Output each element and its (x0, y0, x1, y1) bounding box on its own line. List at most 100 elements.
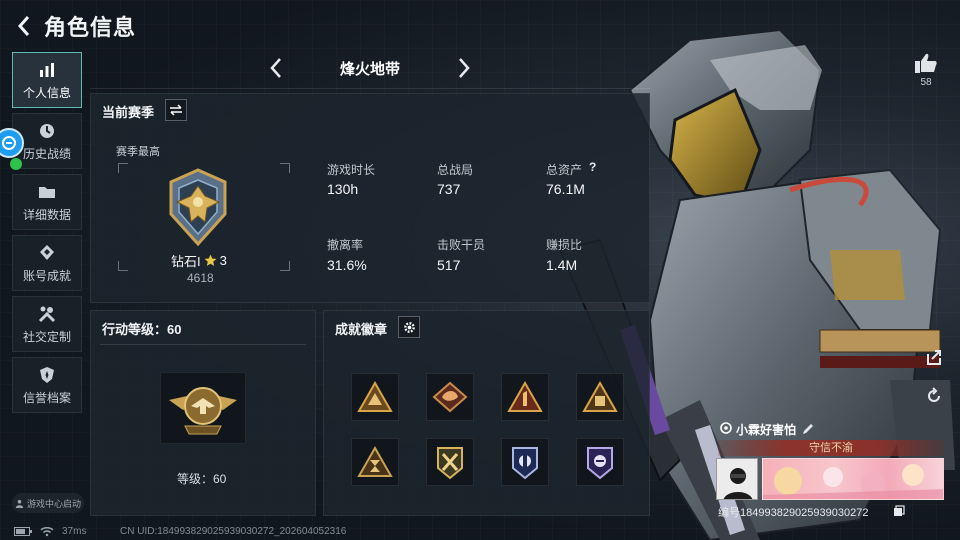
tablet-badge-icon (582, 381, 618, 412)
achievement-settings-button[interactable] (398, 316, 420, 338)
sidebar-item-personal-info[interactable]: 个人信息 (12, 52, 82, 108)
sidebar-item-label: 历史战绩 (22, 146, 71, 161)
edit-pencil-icon[interactable] (801, 422, 815, 436)
folder-icon (39, 186, 55, 198)
refresh-icon (928, 387, 940, 402)
thumbs-up-icon (915, 53, 937, 73)
action-level-title: 行动等级：60 (102, 322, 182, 337)
share-button[interactable] (923, 346, 945, 368)
divider (100, 344, 306, 345)
stat-total-matches-value: 737 (437, 181, 461, 197)
level-text: 等级：60 (177, 472, 227, 486)
achievement-badge[interactable] (351, 373, 399, 421)
bar-chart-icon (40, 62, 54, 77)
map-name: 烽火地带 (339, 60, 400, 78)
hourglass-badge-icon (357, 446, 393, 477)
sidebar-item-label: 个人信息 (22, 85, 71, 100)
diamond-rank-emblem-icon (169, 168, 227, 247)
rank-points: 4618 (187, 271, 214, 285)
season-title: 当前赛季 (102, 105, 155, 120)
star-icon (204, 254, 217, 266)
season-best-label: 赛季最高 (116, 146, 160, 158)
like-button[interactable]: 58 (910, 52, 942, 88)
avatar-person-icon (717, 459, 757, 499)
person-icon (15, 499, 24, 508)
sidebar-item-label: 社交定制 (22, 329, 71, 344)
banner-art (763, 464, 943, 499)
rank-name-row: 钻石I 3 (171, 251, 227, 270)
switch-season-button[interactable] (165, 99, 187, 121)
chevron-left-icon (270, 58, 281, 78)
map-selector: 烽火地带 (90, 50, 650, 86)
chevron-left-icon (17, 16, 30, 36)
achievements-title: 成就徽章 (335, 322, 388, 337)
page-title: 角色信息 (44, 15, 137, 40)
achievement-badge[interactable] (576, 373, 624, 421)
stat-extraction-rate-value: 31.6% (327, 257, 367, 273)
game-center-button[interactable]: 游戏中心启动 (12, 493, 84, 513)
sidebar: 个人信息 历史战绩 详细数据 账号成就 社交定制 信誉档案 (12, 52, 82, 418)
latency-text: 37ms (62, 526, 87, 537)
dragon-badge-icon (432, 381, 468, 413)
stat-operators-killed-value: 517 (437, 257, 461, 273)
player-id: 编号1849938290259390302​72 (718, 507, 869, 519)
player-avatar[interactable] (716, 458, 758, 500)
gear-icon (403, 321, 415, 333)
copy-icon[interactable] (893, 505, 905, 517)
level-badge-icon (169, 387, 237, 435)
diamond-badge-icon (40, 244, 54, 260)
purple-shield-badge-icon (587, 447, 613, 480)
sidebar-item-account-achievements[interactable]: 账号成就 (12, 235, 82, 291)
location-pin-icon (720, 422, 732, 434)
online-dot-icon (10, 158, 22, 170)
achievement-badge[interactable] (426, 438, 474, 486)
crossed-swords-badge-icon (437, 447, 463, 480)
game-center-label: 游戏中心启动 (26, 498, 81, 509)
like-count: 58 (920, 77, 932, 88)
refresh-button[interactable] (923, 385, 945, 407)
back-button[interactable] (12, 12, 36, 40)
battery-icon (14, 527, 32, 536)
help-icon[interactable]: ? (589, 160, 596, 174)
clock-icon (40, 123, 54, 138)
sidebar-item-detailed-data[interactable]: 详细数据 (12, 174, 82, 230)
next-map-button[interactable] (450, 54, 478, 82)
achievement-badge[interactable] (426, 373, 474, 421)
number-one-badge-icon (507, 381, 543, 412)
achievement-badge[interactable] (501, 438, 549, 486)
sidebar-item-label: 信誉档案 (22, 390, 71, 405)
player-title-ribbon: 守信不渝 (718, 440, 944, 456)
triangle-badge-icon (357, 381, 393, 412)
share-icon (927, 350, 941, 365)
sidebar-item-label: 账号成就 (22, 268, 71, 283)
divider (90, 88, 650, 89)
uid-text: CN UID:184993829025939030272_20260405231… (120, 526, 347, 537)
achievement-badge[interactable] (501, 373, 549, 421)
sidebar-item-reputation[interactable]: 信誉档案 (12, 357, 82, 413)
header: 角色信息 (12, 10, 136, 42)
stat-total-matches-label: 总战局 (437, 163, 474, 177)
status-bar: 37ms CN UID:184993829025939030272_202604… (0, 524, 960, 540)
player-name: 小霖好害怕 (736, 423, 797, 437)
stat-play-time-value: 130h (327, 181, 359, 197)
chevron-right-icon (459, 58, 470, 78)
stat-play-time-label: 游戏时长 (327, 163, 376, 177)
shield-icon (40, 366, 54, 383)
stat-profit-loss-value: 1.4M (546, 257, 578, 273)
stat-total-assets-value: 76.1M (546, 181, 585, 197)
swap-icon (170, 104, 182, 116)
achievement-badge[interactable] (576, 438, 624, 486)
blue-shield-badge-icon (512, 447, 538, 480)
chat-bubble-icon (2, 136, 16, 150)
stat-operators-killed-label: 击败干员 (437, 238, 486, 252)
rank-stars: 3 (219, 253, 227, 268)
player-banner[interactable] (762, 458, 944, 500)
sidebar-item-label: 详细数据 (22, 207, 71, 222)
wifi-icon (40, 527, 54, 537)
tools-icon (38, 306, 56, 322)
achievement-badge[interactable] (351, 438, 399, 486)
stat-extraction-rate-label: 撤离率 (327, 238, 364, 252)
rank-name: 钻石I (171, 254, 201, 269)
prev-map-button[interactable] (262, 54, 290, 82)
sidebar-item-social-custom[interactable]: 社交定制 (12, 296, 82, 352)
